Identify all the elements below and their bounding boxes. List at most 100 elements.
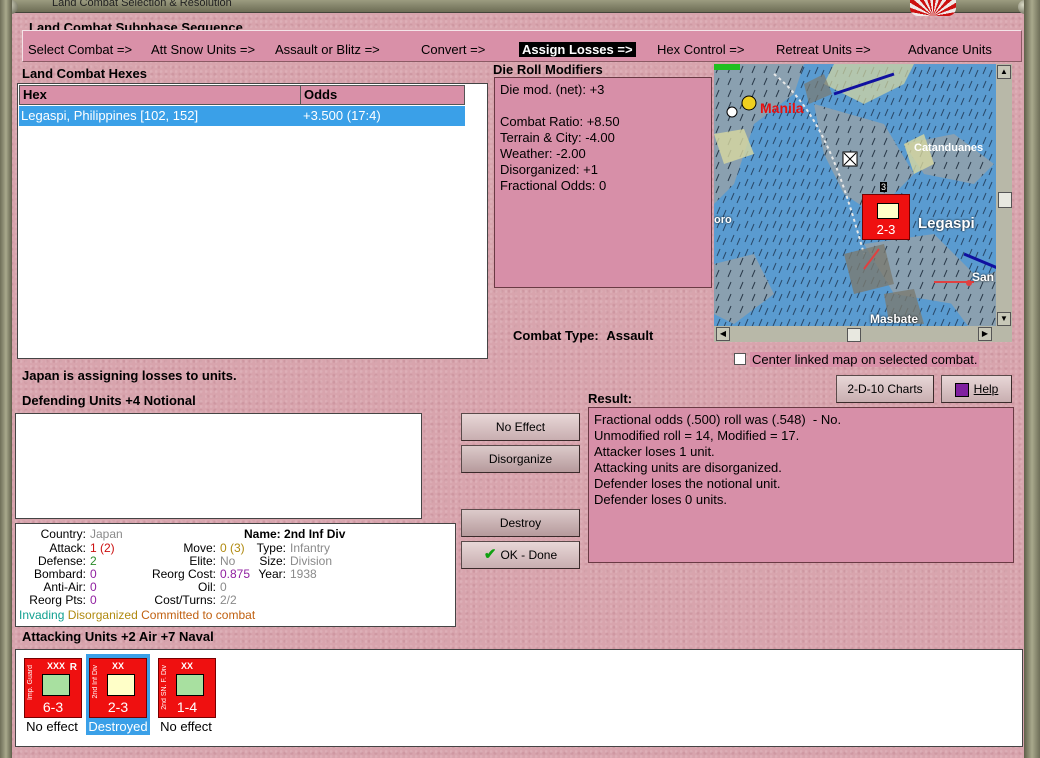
year-label: Year: <box>258 567 286 581</box>
modifier-line: Weather: -2.00 <box>500 146 586 161</box>
attacking-unit-2nd-inf-div[interactable]: 2nd Inf Div XX 2-3 <box>89 658 147 718</box>
result-box: Fractional odds (.500) roll was (.548) -… <box>588 407 1014 563</box>
japan-flag-icon <box>910 0 956 16</box>
hex-cell: Legaspi, Philippines [102, 152] <box>21 108 199 123</box>
combat-type: Combat Type: Assault <box>513 328 653 343</box>
move-value: 0 (3) <box>220 541 245 555</box>
elite-label: Elite: <box>189 554 216 568</box>
horizontal-scroll-thumb[interactable] <box>847 328 861 342</box>
seq-step-hex-control[interactable]: Hex Control => <box>657 42 744 57</box>
defending-title: Defending Units +4 Notional <box>22 393 196 408</box>
center-map-checkbox[interactable] <box>734 353 746 365</box>
seq-step-retreat[interactable]: Retreat Units => <box>776 42 871 57</box>
vertical-scroll-thumb[interactable] <box>998 192 1012 208</box>
reorgpts-value: 0 <box>90 593 97 607</box>
disorganize-button[interactable]: Disorganize <box>461 445 580 473</box>
unit-value: 1-4 <box>176 699 198 715</box>
country-value: Japan <box>90 527 123 541</box>
move-label: Move: <box>183 541 216 555</box>
result-line: Attacker loses 1 unit. <box>594 444 715 459</box>
attacking-title: Attacking Units +2 Air +7 Naval <box>22 629 214 644</box>
combat-type-label: Combat Type: <box>513 328 599 343</box>
seq-step-assign-losses[interactable]: Assign Losses => <box>519 42 636 57</box>
unit-size: XXX <box>47 661 66 671</box>
result-line: Attacking units are disorganized. <box>594 460 782 475</box>
window-titlebar: Land Combat Selection & Resolution <box>0 0 1040 13</box>
costturns-label: Cost/Turns: <box>154 593 216 607</box>
result-line: Fractional odds (.500) roll was (.548) -… <box>594 412 842 427</box>
name-value: 2nd Inf Div <box>284 527 346 541</box>
table-row[interactable]: Legaspi, Philippines [102, 152] +3.500 (… <box>19 106 465 126</box>
scroll-right-icon[interactable]: ▶ <box>978 327 992 341</box>
result-line: Unmodified roll = 14, Modified = 17. <box>594 428 800 443</box>
scroll-down-icon[interactable]: ▼ <box>997 312 1011 326</box>
status-text: Japan is assigning losses to units. <box>22 368 237 383</box>
defense-label: Defense: <box>37 554 86 568</box>
no-effect-button[interactable]: No Effect <box>461 413 580 441</box>
scroll-left-icon[interactable]: ◀ <box>716 327 730 341</box>
stack-count-badge: 3 <box>880 182 888 192</box>
unit-side-text: 2nd Inf Div <box>92 665 99 699</box>
map-vertical-scrollbar[interactable]: ▲ ▼ <box>996 64 1012 342</box>
map-horizontal-scrollbar[interactable]: ◀ ▶ <box>714 326 1012 342</box>
scroll-up-icon[interactable]: ▲ <box>997 65 1011 79</box>
unit-status: No effect <box>26 719 78 734</box>
result-title: Result: <box>588 391 633 406</box>
flag-committed: Committed to combat <box>141 608 256 622</box>
modifiers-box: Die mod. (net): +3 Combat Ratio: +8.50 T… <box>494 77 712 288</box>
bombard-value: 0 <box>90 567 97 581</box>
hexes-title: Land Combat Hexes <box>22 66 147 81</box>
defending-units-list[interactable] <box>15 413 422 519</box>
linked-map[interactable]: Manila Catanduanes Legaspi Masbate San o… <box>714 64 1012 342</box>
column-header-odds[interactable]: Odds <box>300 85 465 105</box>
map-unit-counter[interactable]: 2-3 <box>862 194 910 240</box>
size-label: Size: <box>259 554 286 568</box>
unit-status: Destroyed <box>88 719 148 734</box>
map-label-oro: oro <box>714 214 732 226</box>
seq-step-assault-blitz[interactable]: Assault or Blitz => <box>275 42 380 57</box>
year-value: 1938 <box>290 567 317 581</box>
modifier-net: Die mod. (net): +3 <box>500 82 605 97</box>
result-line: Defender loses 0 units. <box>594 492 727 507</box>
unit-status: No effect <box>160 719 212 734</box>
size-value: Division <box>290 554 333 568</box>
frame-left <box>0 0 12 758</box>
antiair-value: 0 <box>90 580 97 594</box>
flag-disorganized: Disorganized <box>67 608 138 622</box>
seq-step-att-snow[interactable]: Att Snow Units => <box>151 42 255 57</box>
modifier-line: Disorganized: +1 <box>500 162 598 177</box>
help-button[interactable]: Help <box>941 375 1012 403</box>
seq-step-advance[interactable]: Advance Units <box>908 42 992 57</box>
map-label-legaspi: Legaspi <box>918 215 975 232</box>
unit-symbol-icon <box>176 674 204 696</box>
odds-cell: +3.500 (17:4) <box>303 108 381 123</box>
attacking-unit-2nd-sn-f-div[interactable]: 2nd SN. F. Div XX 1-4 <box>158 658 216 718</box>
window-title: Land Combat Selection & Resolution <box>52 0 232 9</box>
center-map-label: Center linked map on selected combat. <box>750 352 980 367</box>
column-header-hex[interactable]: Hex <box>19 85 301 105</box>
oil-value: 0 <box>220 580 227 594</box>
checkmark-icon: ✔ <box>483 546 497 563</box>
flag-invading: Invading <box>19 608 65 622</box>
unit-size: XX <box>181 661 194 671</box>
modifier-line: Combat Ratio: +8.50 <box>500 114 620 129</box>
seq-step-convert[interactable]: Convert => <box>421 42 485 57</box>
unit-symbol-icon <box>107 674 135 696</box>
ok-done-button[interactable]: ✔ OK - Done <box>461 541 580 569</box>
charts-button[interactable]: 2-D-10 Charts <box>836 375 934 403</box>
map-label-masbate: Masbate <box>870 312 919 326</box>
bombard-label: Bombard: <box>33 567 86 581</box>
costturns-value: 2/2 <box>220 593 237 607</box>
seq-step-select-combat[interactable]: Select Combat => <box>28 42 132 57</box>
unit-name: Name: 2nd Inf Div <box>244 527 345 541</box>
modifier-line: Terrain & City: -4.00 <box>500 130 615 145</box>
unit-flags: Invading Disorganized Committed to comba… <box>19 608 255 622</box>
map-unit-value: 2-3 <box>876 222 896 237</box>
destroy-button[interactable]: Destroy <box>461 509 580 537</box>
result-line: Defender loses the notional unit. <box>594 476 781 491</box>
frame-right <box>1024 0 1040 758</box>
unit-symbol-icon <box>877 203 899 219</box>
help-button-label: Help <box>973 382 999 396</box>
modifiers-title: Die Roll Modifiers <box>493 62 603 77</box>
attacking-unit-imp-guard[interactable]: Imp. Guard XXX R 6-3 <box>24 658 82 718</box>
